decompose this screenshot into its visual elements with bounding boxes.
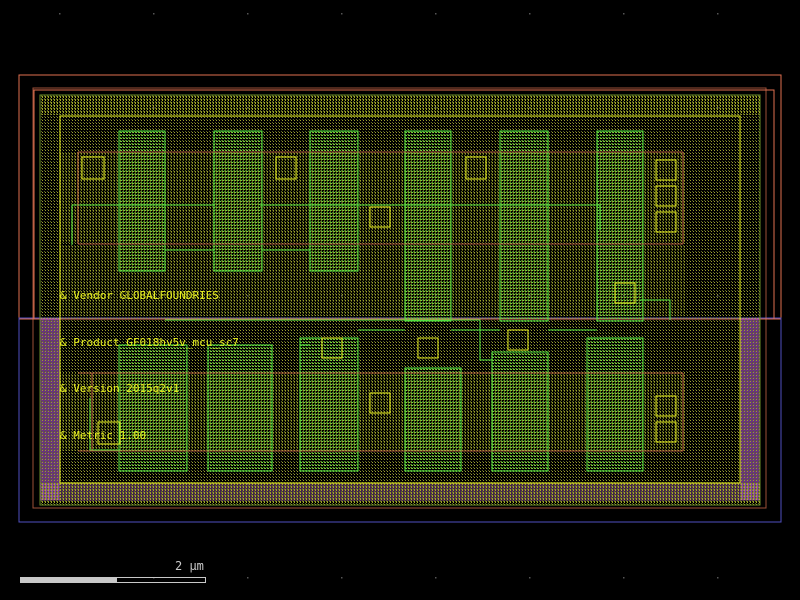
grid-dot — [435, 13, 437, 15]
grid-dot — [717, 13, 719, 15]
poly-gate-1-low — [118, 344, 188, 472]
annotation-vendor: & Vendor GLOBALFOUNDRIES — [60, 289, 219, 302]
grid-dot — [623, 13, 625, 15]
grid-dot — [341, 577, 343, 579]
grid-dot — [247, 13, 249, 15]
grid-dot — [153, 13, 155, 15]
poly-gate-4 — [404, 130, 452, 322]
poly-gate-6 — [596, 130, 644, 322]
poly-gate-2-low — [207, 344, 273, 472]
grid-dot — [247, 577, 249, 579]
metal-top-rail — [40, 95, 760, 115]
annotation-version: & Version 2015q2v1 — [60, 382, 179, 395]
grid-dot — [435, 577, 437, 579]
grid-dot — [529, 13, 531, 15]
annotation-metric: & Metric 1.00 — [60, 429, 146, 442]
poly-gate-5 — [499, 130, 549, 322]
layout-viewer[interactable]: & Vendor GLOBALFOUNDRIES & Product GF018… — [0, 0, 800, 600]
grid-dot — [341, 13, 343, 15]
metal-bottom-rail — [40, 483, 760, 503]
layout-canvas[interactable]: & Vendor GLOBALFOUNDRIES & Product GF018… — [0, 0, 800, 600]
grid-dot — [529, 577, 531, 579]
scale-bar-fill — [21, 578, 117, 582]
grid-dot — [717, 577, 719, 579]
annotation-product: & Product GF018hv5v_mcu_sc7 — [60, 336, 239, 349]
scale-bar-label: 2 µm — [175, 559, 204, 573]
poly-gate-4-low — [404, 367, 462, 472]
poly-gate-5-low — [491, 351, 549, 472]
scale-bar — [20, 577, 206, 583]
grid-dot — [623, 577, 625, 579]
grid-dot — [59, 13, 61, 15]
